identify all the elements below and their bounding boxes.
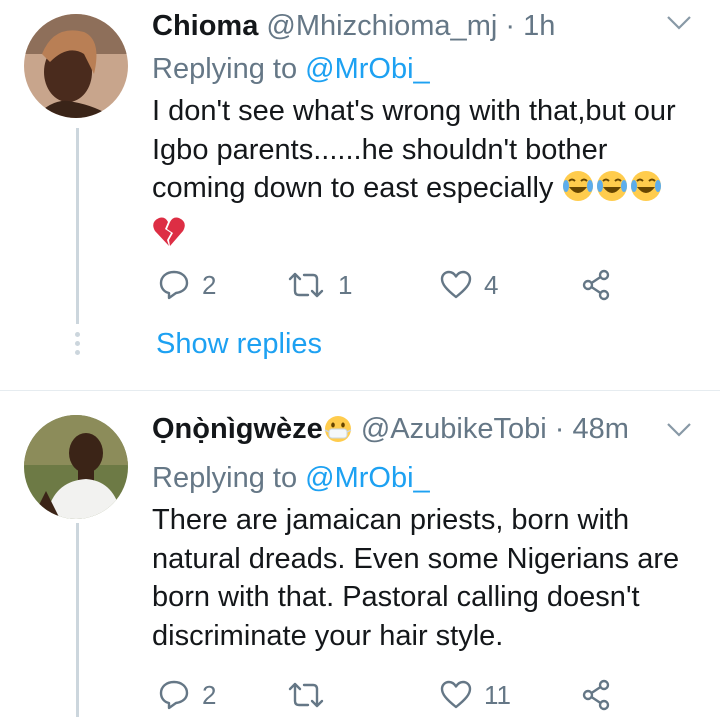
separator-dot: · (505, 10, 516, 42)
like-button[interactable]: 4 (440, 265, 498, 305)
tweet-text: There are jamaican priests, born with na… (152, 501, 700, 655)
broken-heart-emoji (152, 216, 186, 259)
more-replies-dots (75, 332, 81, 359)
tears-of-joy-emoji (595, 169, 629, 214)
like-button[interactable]: 11 (440, 675, 511, 715)
tears-of-joy-emoji (561, 169, 595, 214)
replying-to-label: Replying to (152, 53, 306, 85)
replying-to-mention[interactable]: @MrObi_ (305, 53, 430, 85)
share-icon (582, 269, 610, 301)
replying-to-label: Replying to (152, 462, 306, 494)
chevron-down-icon[interactable] (666, 14, 692, 32)
heart-icon (440, 680, 472, 709)
chevron-down-icon[interactable] (666, 421, 692, 439)
reply-count: 2 (202, 269, 217, 300)
reply-icon (159, 680, 189, 710)
tweet-2[interactable]: Ọnọ̀nìgwèze @AzubikeTobi · 48m Replying … (0, 391, 720, 717)
tweet-1[interactable]: Chioma @Mhizchioma_mj · 1h Replying to @… (0, 0, 720, 390)
thread-line (76, 128, 79, 324)
display-name[interactable]: Ọnọ̀nìgwèze (152, 413, 323, 445)
like-count: 11 (484, 679, 511, 710)
reply-icon (159, 270, 189, 300)
reply-button[interactable]: 2 (158, 675, 216, 715)
share-icon (582, 679, 610, 711)
timestamp[interactable]: 48m (572, 413, 628, 445)
like-count: 4 (484, 269, 499, 300)
timestamp[interactable]: 1h (523, 10, 555, 42)
tweet-header: Chioma @Mhizchioma_mj · 1h (152, 8, 700, 44)
retweet-button[interactable]: 1 (286, 265, 352, 305)
retweet-count: 1 (338, 269, 353, 300)
face-with-medical-mask-emoji (323, 414, 353, 453)
avatar[interactable] (24, 14, 128, 118)
replying-to: Replying to @MrObi_ (152, 50, 700, 88)
share-button[interactable] (580, 265, 612, 305)
retweet-icon (288, 272, 324, 298)
tweet-text: I don't see what's wrong with that,but o… (152, 92, 700, 258)
retweet-icon (288, 682, 324, 708)
tears-of-joy-emoji (629, 169, 663, 214)
user-handle[interactable]: @AzubikeTobi (361, 413, 547, 445)
replying-to: Replying to @MrObi_ (152, 459, 700, 497)
show-replies-link[interactable]: Show replies (156, 328, 322, 361)
tweet-text-content: There are jamaican priests, born with na… (152, 504, 680, 652)
thread-line (76, 523, 79, 717)
display-name[interactable]: Chioma (152, 10, 258, 42)
share-button[interactable] (580, 675, 612, 715)
reply-button[interactable]: 2 (158, 265, 216, 305)
user-handle[interactable]: @Mhizchioma_mj (266, 10, 497, 42)
separator-dot: · (554, 413, 565, 445)
reply-count: 2 (202, 679, 217, 710)
replying-to-mention[interactable]: @MrObi_ (305, 462, 430, 494)
retweet-button[interactable] (286, 675, 338, 715)
avatar[interactable] (24, 415, 128, 519)
tweet-header: Ọnọ̀nìgwèze @AzubikeTobi · 48m (152, 411, 700, 453)
heart-icon (440, 270, 472, 299)
